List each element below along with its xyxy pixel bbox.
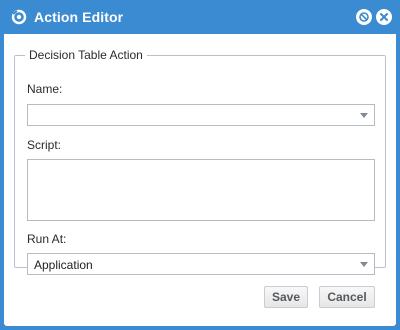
group-legend: Decision Table Action [29, 48, 143, 62]
name-combobox[interactable] [27, 104, 375, 126]
script-label: Script: [27, 138, 62, 152]
circle-slash-icon[interactable] [356, 9, 372, 25]
close-icon[interactable] [376, 9, 392, 25]
name-label: Name: [27, 82, 63, 96]
decision-table-action-group: Decision Table Action Name: Script: Run … [14, 48, 386, 275]
run-at-combobox[interactable]: Application [27, 253, 375, 275]
title-actions [356, 9, 392, 25]
titlebar[interactable]: Action Editor [4, 0, 396, 34]
chevron-down-icon[interactable] [360, 113, 368, 118]
action-editor-dialog: Action Editor Decision Table Action Name… [0, 0, 400, 330]
swirl-icon [10, 8, 28, 26]
dialog-title: Action Editor [34, 9, 124, 25]
cancel-button[interactable]: Cancel [319, 286, 375, 308]
run-at-value: Application [34, 258, 93, 272]
script-textarea[interactable] [27, 159, 375, 221]
dialog-body: Decision Table Action Name: Script: Run … [4, 34, 396, 326]
chevron-down-icon[interactable] [360, 262, 368, 267]
run-at-label: Run At: [27, 232, 67, 246]
save-button[interactable]: Save [264, 286, 308, 308]
